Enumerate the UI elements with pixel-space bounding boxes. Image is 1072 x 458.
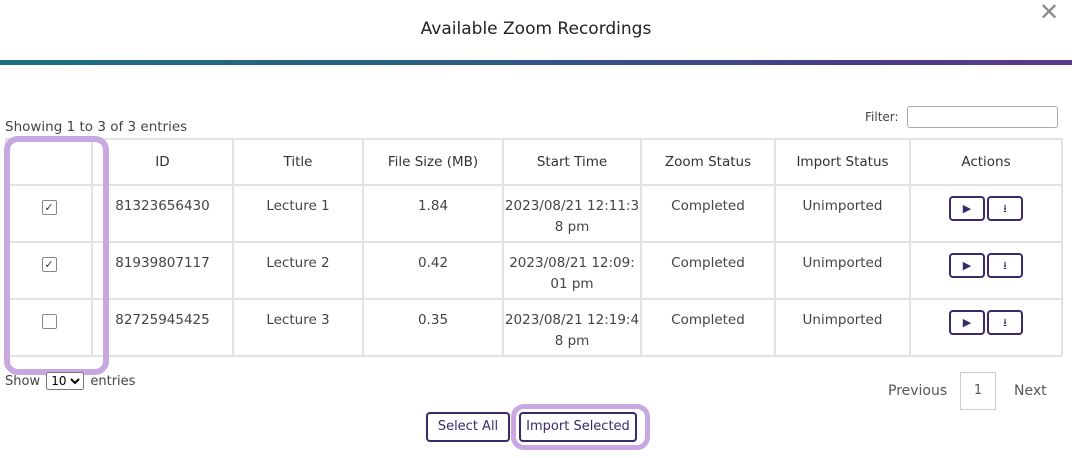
download-button[interactable]: ⭳: [987, 310, 1023, 335]
col-header-actions: Actions: [909, 138, 1063, 186]
zoom-status: Completed: [640, 241, 776, 300]
play-icon: ▶: [962, 316, 972, 329]
play-button[interactable]: ▶: [949, 253, 985, 278]
download-icon: ⭳: [1003, 202, 1007, 215]
actions-cell: ▶ ⭳: [909, 241, 1063, 300]
recording-start-time: 2023/08/21 12:09: 01 pm: [502, 241, 642, 300]
modal-title: Available Zoom Recordings: [420, 19, 652, 39]
previous-button[interactable]: Previous: [888, 383, 947, 399]
table-row: ✓ 81323656430 Lecture 1 1.84 2023/08/21 …: [5, 184, 1063, 243]
row-checkbox[interactable]: ✓: [41, 200, 57, 215]
col-header-id[interactable]: ID: [91, 138, 234, 186]
entries-label: entries: [90, 374, 136, 389]
start-time-line1: 2023/08/21 12:09:: [509, 255, 635, 271]
actions-cell: ▶ ⭳: [909, 298, 1063, 357]
filter-input[interactable]: [907, 106, 1058, 128]
table-row: 82725945425 Lecture 3 0.35 2023/08/21 12…: [5, 298, 1063, 357]
import-selected-button[interactable]: Import Selected: [519, 412, 637, 442]
recording-id: 81939807117: [91, 241, 234, 300]
recording-file-size: 0.35: [362, 298, 504, 357]
page-number-button[interactable]: 1: [960, 372, 996, 410]
start-time-line1: 2023/08/21 12:11:3: [504, 198, 640, 214]
col-header-import-status[interactable]: Import Status: [774, 138, 911, 186]
actions-cell: ▶ ⭳: [909, 184, 1063, 243]
recording-title: Lecture 1: [232, 184, 364, 243]
play-button[interactable]: ▶: [949, 196, 985, 221]
col-header-title[interactable]: Title: [232, 138, 364, 186]
start-time-line1: 2023/08/21 12:19:4: [504, 312, 640, 328]
download-icon: ⭳: [1003, 316, 1007, 329]
recording-start-time: 2023/08/21 12:11:3 8 pm: [502, 184, 642, 243]
recording-start-time: 2023/08/21 12:19:4 8 pm: [502, 298, 642, 357]
start-time-line2: 01 pm: [550, 276, 594, 292]
close-icon[interactable]: ✕: [1036, 0, 1062, 26]
zoom-status: Completed: [640, 298, 776, 357]
header-divider: [0, 60, 1072, 65]
recording-file-size: 1.84: [362, 184, 504, 243]
recording-title: Lecture 3: [232, 298, 364, 357]
download-button[interactable]: ⭳: [987, 196, 1023, 221]
page-length-control: Show 10 entries: [5, 372, 135, 390]
play-button[interactable]: ▶: [949, 310, 985, 335]
play-icon: ▶: [962, 202, 972, 215]
row-checkbox[interactable]: ✓: [41, 257, 57, 272]
table-row: ✓ 81939807117 Lecture 2 0.42 2023/08/21 …: [5, 241, 1063, 300]
filter-label: Filter:: [865, 110, 899, 124]
row-checkbox[interactable]: [41, 314, 57, 329]
show-label: Show: [5, 374, 41, 389]
page-length-select[interactable]: 10: [46, 372, 85, 390]
showing-info: Showing 1 to 3 of 3 entries: [5, 119, 188, 135]
col-header-file-size[interactable]: File Size (MB): [362, 138, 504, 186]
next-button[interactable]: Next: [1014, 383, 1047, 399]
download-icon: ⭳: [1003, 259, 1007, 272]
recording-title: Lecture 2: [232, 241, 364, 300]
select-all-button[interactable]: Select All: [426, 412, 510, 442]
start-time-line2: 8 pm: [554, 219, 590, 235]
table-header-row: ID Title File Size (MB) Start Time Zoom …: [5, 138, 1063, 186]
start-time-line2: 8 pm: [554, 333, 590, 349]
col-header-zoom-status[interactable]: Zoom Status: [640, 138, 776, 186]
import-status: Unimported: [774, 184, 911, 243]
play-icon: ▶: [962, 259, 972, 272]
col-header-select: [5, 138, 93, 186]
recordings-table: ID Title File Size (MB) Start Time Zoom …: [5, 138, 1063, 357]
recording-id: 81323656430: [91, 184, 234, 243]
col-header-start-time[interactable]: Start Time: [502, 138, 642, 186]
zoom-status: Completed: [640, 184, 776, 243]
import-status: Unimported: [774, 241, 911, 300]
import-status: Unimported: [774, 298, 911, 357]
recording-file-size: 0.42: [362, 241, 504, 300]
download-button[interactable]: ⭳: [987, 253, 1023, 278]
recording-id: 82725945425: [91, 298, 234, 357]
